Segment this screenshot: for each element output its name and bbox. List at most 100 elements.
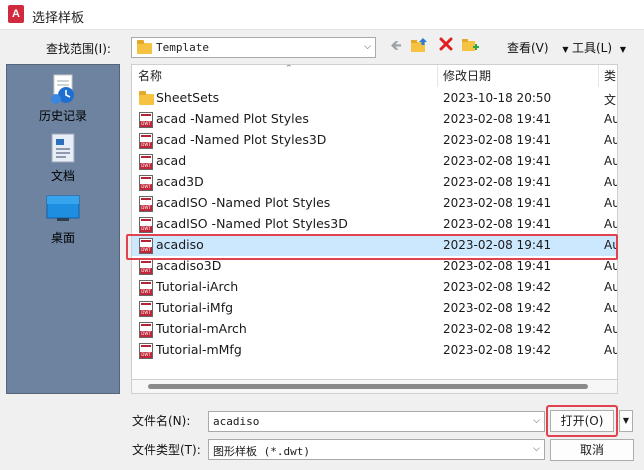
dwt-file-icon	[139, 133, 153, 149]
file-type: Au	[604, 301, 617, 315]
column-separator[interactable]	[437, 65, 438, 87]
dwt-file-icon	[139, 259, 153, 275]
column-name-label: 名称	[138, 69, 163, 83]
delete-x-icon	[439, 37, 453, 51]
file-type: Au	[604, 259, 617, 273]
file-row[interactable]: acadISO -Named Plot Styles3D 2023-02-08 1…	[132, 214, 617, 235]
file-row[interactable]: acadiso 2023-02-08 19:41 Au	[132, 235, 617, 256]
place-documents[interactable]: 文档	[7, 131, 119, 187]
file-row[interactable]: SheetSets 2023-10-18 20:50 文	[132, 88, 617, 109]
window-title: 选择样板	[32, 11, 85, 26]
view-dropdown-arrow-icon: ▼	[562, 45, 569, 54]
file-date: 2023-02-08 19:42	[443, 343, 552, 357]
file-date: 2023-02-08 19:41	[443, 238, 552, 252]
file-type: Au	[604, 133, 617, 147]
file-row[interactable]: Tutorial-iMfg 2023-02-08 19:42 Au	[132, 298, 617, 319]
chevron-down-icon: ⌵	[533, 416, 540, 426]
file-row[interactable]: Tutorial-mArch 2023-02-08 19:42 Au	[132, 319, 617, 340]
file-name: Tutorial-iArch	[156, 279, 239, 294]
cancel-button[interactable]: 取消	[550, 439, 634, 461]
chevron-down-icon: ⌵	[364, 42, 371, 52]
open-button[interactable]: 打开(O)	[550, 410, 614, 432]
file-date: 2023-02-08 19:42	[443, 280, 552, 294]
tools-dropdown-arrow-icon: ▼	[619, 45, 627, 54]
column-date-label: 修改日期	[443, 69, 492, 83]
dwt-file-icon	[139, 322, 153, 338]
file-name: Tutorial-iMfg	[156, 300, 234, 315]
filename-label: 文件名(N):	[132, 414, 191, 428]
autocad-app-icon: A	[8, 5, 24, 23]
file-date: 2023-02-08 19:41	[443, 196, 552, 210]
file-date: 2023-02-08 19:41	[443, 154, 552, 168]
view-menu[interactable]: 查看(V) ▼	[507, 39, 569, 56]
file-row[interactable]: acadISO -Named Plot Styles 2023-02-08 19:…	[132, 193, 617, 214]
column-separator[interactable]	[598, 65, 599, 87]
horizontal-scrollbar[interactable]	[131, 380, 618, 394]
file-date: 2023-02-08 19:41	[443, 217, 552, 231]
dwt-file-icon	[139, 343, 153, 359]
file-row[interactable]: acadiso3D 2023-02-08 19:41 Au	[132, 256, 617, 277]
dwt-file-icon	[139, 217, 153, 233]
file-date: 2023-02-08 19:42	[443, 301, 552, 315]
open-options-button[interactable]: ▼	[619, 410, 633, 432]
dropdown-arrow-icon: ▼	[622, 416, 630, 425]
file-name: acadiso3D	[156, 258, 222, 273]
file-name: SheetSets	[156, 90, 220, 105]
file-type: Au	[604, 217, 617, 231]
file-row[interactable]: acad3D 2023-02-08 19:41 Au	[132, 172, 617, 193]
file-row[interactable]: acad 2023-02-08 19:41 Au	[132, 151, 617, 172]
file-name: acad3D	[156, 174, 204, 189]
file-date: 2023-02-08 19:42	[443, 322, 552, 336]
dwt-file-icon	[139, 175, 153, 191]
file-date: 2023-02-08 19:41	[443, 175, 552, 189]
desktop-icon	[46, 195, 80, 221]
place-history[interactable]: 历史记录	[7, 71, 119, 127]
lookin-dropdown[interactable]: Template ⌵	[131, 37, 376, 58]
file-date: 2023-02-08 19:41	[443, 112, 552, 126]
folder-up-icon	[411, 38, 427, 52]
file-date: 2023-02-08 19:41	[443, 133, 552, 147]
up-folder-button[interactable]	[409, 37, 429, 55]
file-type: Au	[604, 322, 617, 336]
column-type-label: 类	[604, 69, 617, 83]
file-row[interactable]: Tutorial-iArch 2023-02-08 19:42 Au	[132, 277, 617, 298]
tools-menu-label: 工具(L)	[572, 41, 613, 55]
column-header-name[interactable]: 名称 ⌃	[138, 65, 438, 87]
file-row[interactable]: Tutorial-mMfg 2023-02-08 19:42 Au	[132, 340, 617, 361]
file-date: 2023-02-08 19:41	[443, 259, 552, 273]
sort-chevron-icon: ⌃	[285, 64, 293, 74]
place-label: 历史记录	[38, 109, 87, 123]
dwt-file-icon	[139, 196, 153, 212]
filetype-dropdown[interactable]: 图形样板 (*.dwt) ⌵	[208, 439, 545, 460]
file-type: Au	[604, 280, 617, 294]
file-row[interactable]: acad -Named Plot Styles 2023-02-08 19:41 A…	[132, 109, 617, 130]
file-name: acadiso	[156, 237, 204, 252]
delete-button[interactable]	[436, 37, 456, 55]
filename-value: acadiso	[213, 415, 260, 428]
place-label: 桌面	[50, 231, 75, 245]
dwt-file-icon	[139, 238, 153, 254]
new-folder-icon	[462, 39, 479, 51]
file-row[interactable]: acad -Named Plot Styles3D 2023-02-08 19:4…	[132, 130, 617, 151]
file-type: Au	[604, 196, 617, 210]
file-list[interactable]: 名称 ⌃ 修改日期 类 SheetSets 2023-10-18 20:50 文 ac…	[131, 64, 618, 380]
dwt-file-icon	[139, 112, 153, 128]
file-name: Tutorial-mMfg	[156, 342, 242, 357]
filetype-value: 图形样板 (*.dwt)	[213, 445, 310, 458]
file-name: acadISO -Named Plot Styles3D	[156, 216, 348, 231]
folder-icon	[137, 40, 152, 54]
filename-input[interactable]: acadiso ⌵	[208, 411, 545, 432]
places-sidebar: 历史记录 文档 桌面	[6, 64, 120, 394]
back-arrow-icon: 🡸	[390, 38, 402, 54]
tools-menu[interactable]: 工具(L) ▼	[572, 39, 626, 56]
column-header-type[interactable]: 类	[604, 65, 617, 87]
new-folder-button[interactable]	[460, 37, 480, 55]
dwt-file-icon	[139, 301, 153, 317]
column-header-date[interactable]: 修改日期	[443, 65, 593, 87]
back-button[interactable]: 🡸	[386, 37, 406, 55]
file-name: acad	[156, 153, 187, 168]
place-desktop[interactable]: 桌面	[7, 191, 119, 247]
filetype-label: 文件类型(T):	[132, 443, 201, 457]
dwt-file-icon	[139, 280, 153, 296]
scrollbar-thumb[interactable]	[148, 384, 588, 389]
